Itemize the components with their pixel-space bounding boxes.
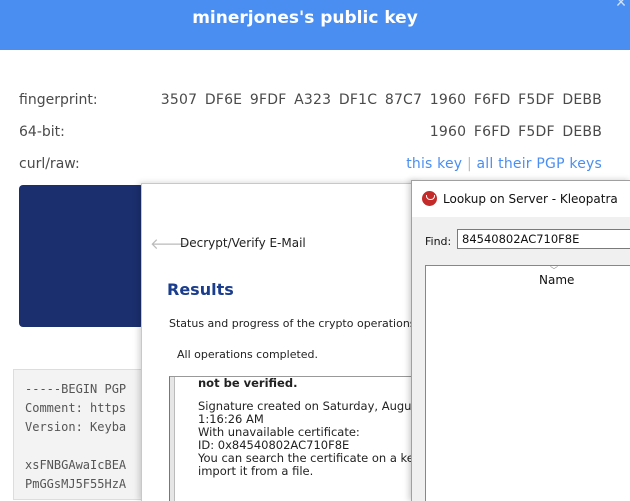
decrypt-verify-window: 🡐 Decrypt/Verify E-Mail Results Status a… xyxy=(141,183,422,501)
kleopatra-icon-detail xyxy=(426,195,435,200)
all-keys-link[interactable]: all their PGP keys xyxy=(477,156,602,172)
link-separator: | xyxy=(466,156,472,172)
curl-row: curl/raw: this key | all their PGP keys xyxy=(19,156,602,176)
close-icon[interactable]: × xyxy=(612,0,630,11)
bit64-value: 1960 F6FD F5DF DEBB xyxy=(429,124,602,140)
result-box-scrollbar[interactable] xyxy=(170,377,175,501)
pgp-key-block: -----BEGIN PGP Comment: https Version: K… xyxy=(13,369,153,500)
operations-complete-text: All operations completed. xyxy=(177,348,319,361)
bit64-row: 64-bit: 1960 F6FD F5DF DEBB xyxy=(19,124,602,144)
result-box[interactable]: not be verified. Signature created on Sa… xyxy=(169,376,422,501)
fingerprint-value: 3507 DF6E 9FDF A323 DF1C 87C7 1960 F6FD … xyxy=(160,92,602,108)
find-input[interactable]: 84540802AC710F8E xyxy=(457,229,630,249)
page-title: minerjones's public key xyxy=(192,8,418,28)
fingerprint-label: fingerprint: xyxy=(19,92,98,108)
results-list[interactable]: ﹀ Name xyxy=(425,265,630,501)
curl-links: this key | all their PGP keys xyxy=(406,156,602,172)
results-heading: Results xyxy=(167,280,234,299)
header-bar: minerjones's public key × xyxy=(0,0,630,50)
fingerprint-row: fingerprint: 3507 DF6E 9FDF A323 DF1C 87… xyxy=(19,92,602,112)
result-text: not be verified. Signature created on Sa… xyxy=(198,377,422,478)
column-header-name[interactable]: Name xyxy=(539,273,574,287)
status-text: Status and progress of the crypto operat… xyxy=(169,317,416,330)
kleopatra-body: Find: 84540802AC710F8E ﹀ Name xyxy=(412,217,630,501)
curl-label: curl/raw: xyxy=(19,156,80,172)
action-button-panel[interactable] xyxy=(19,185,144,327)
kleopatra-window-title: Lookup on Server - Kleopatra xyxy=(443,192,618,206)
bit64-label: 64-bit: xyxy=(19,124,65,140)
this-key-link[interactable]: this key xyxy=(406,156,462,172)
decrypt-window-title: Decrypt/Verify E-Mail xyxy=(180,236,306,250)
kleopatra-lookup-window: Lookup on Server - Kleopatra Find: 84540… xyxy=(411,180,630,501)
result-line: import it from a file. xyxy=(198,464,314,478)
kleopatra-app-icon xyxy=(422,191,437,206)
result-bold-text: not be verified. xyxy=(198,376,298,390)
kleopatra-titlebar[interactable]: Lookup on Server - Kleopatra xyxy=(412,181,630,217)
find-label: Find: xyxy=(425,235,452,248)
